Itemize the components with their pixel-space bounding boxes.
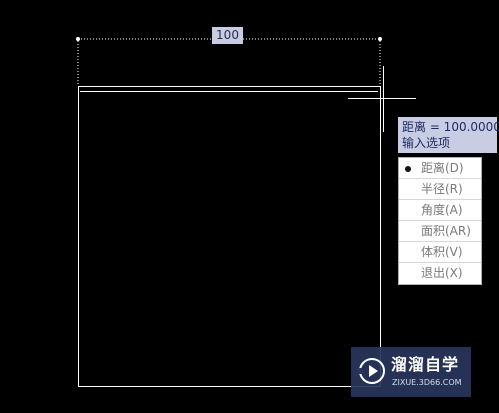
tooltip-prompt-text: 输入选项 <box>402 136 451 150</box>
menu-item-label: 体积(V) <box>421 245 463 259</box>
dimension-value-label[interactable]: 100 <box>212 27 243 44</box>
menu-item-volume[interactable]: 体积(V) <box>399 242 481 263</box>
menu-item-radius[interactable]: 半径(R) <box>399 179 481 200</box>
watermark: 溜溜自学 ZIXUE.3D66.COM <box>351 347 471 397</box>
drawing-canvas[interactable]: 100 距离 = 100.0000 输入选项 距离(D) 半径(R) 角度(A)… <box>0 0 499 413</box>
menu-item-label: 半径(R) <box>421 182 463 196</box>
menu-item-label: 角度(A) <box>421 203 463 217</box>
dimension-endpoint-right[interactable] <box>378 37 382 41</box>
menu-item-label: 面积(AR) <box>421 224 471 238</box>
menu-item-label: 退出(X) <box>421 266 463 280</box>
menu-item-angle[interactable]: 角度(A) <box>399 200 481 221</box>
tooltip-distance-text: 距离 = 100.0000 <box>402 120 499 134</box>
options-menu: 距离(D) 半径(R) 角度(A) 面积(AR) 体积(V) 退出(X) <box>398 157 482 285</box>
menu-item-exit[interactable]: 退出(X) <box>399 263 481 284</box>
menu-item-label: 距离(D) <box>421 161 464 175</box>
square-outline[interactable] <box>78 86 381 387</box>
watermark-title: 溜溜自学 <box>391 355 460 374</box>
measure-tooltip: 距离 = 100.0000 输入选项 <box>398 117 499 153</box>
menu-item-area[interactable]: 面积(AR) <box>399 221 481 242</box>
play-icon <box>357 358 385 384</box>
watermark-url: ZIXUE.3D66.COM <box>392 378 462 387</box>
dimension-endpoint-left[interactable] <box>76 37 80 41</box>
menu-item-distance[interactable]: 距离(D) <box>399 158 481 179</box>
selected-bullet-icon <box>405 166 411 172</box>
